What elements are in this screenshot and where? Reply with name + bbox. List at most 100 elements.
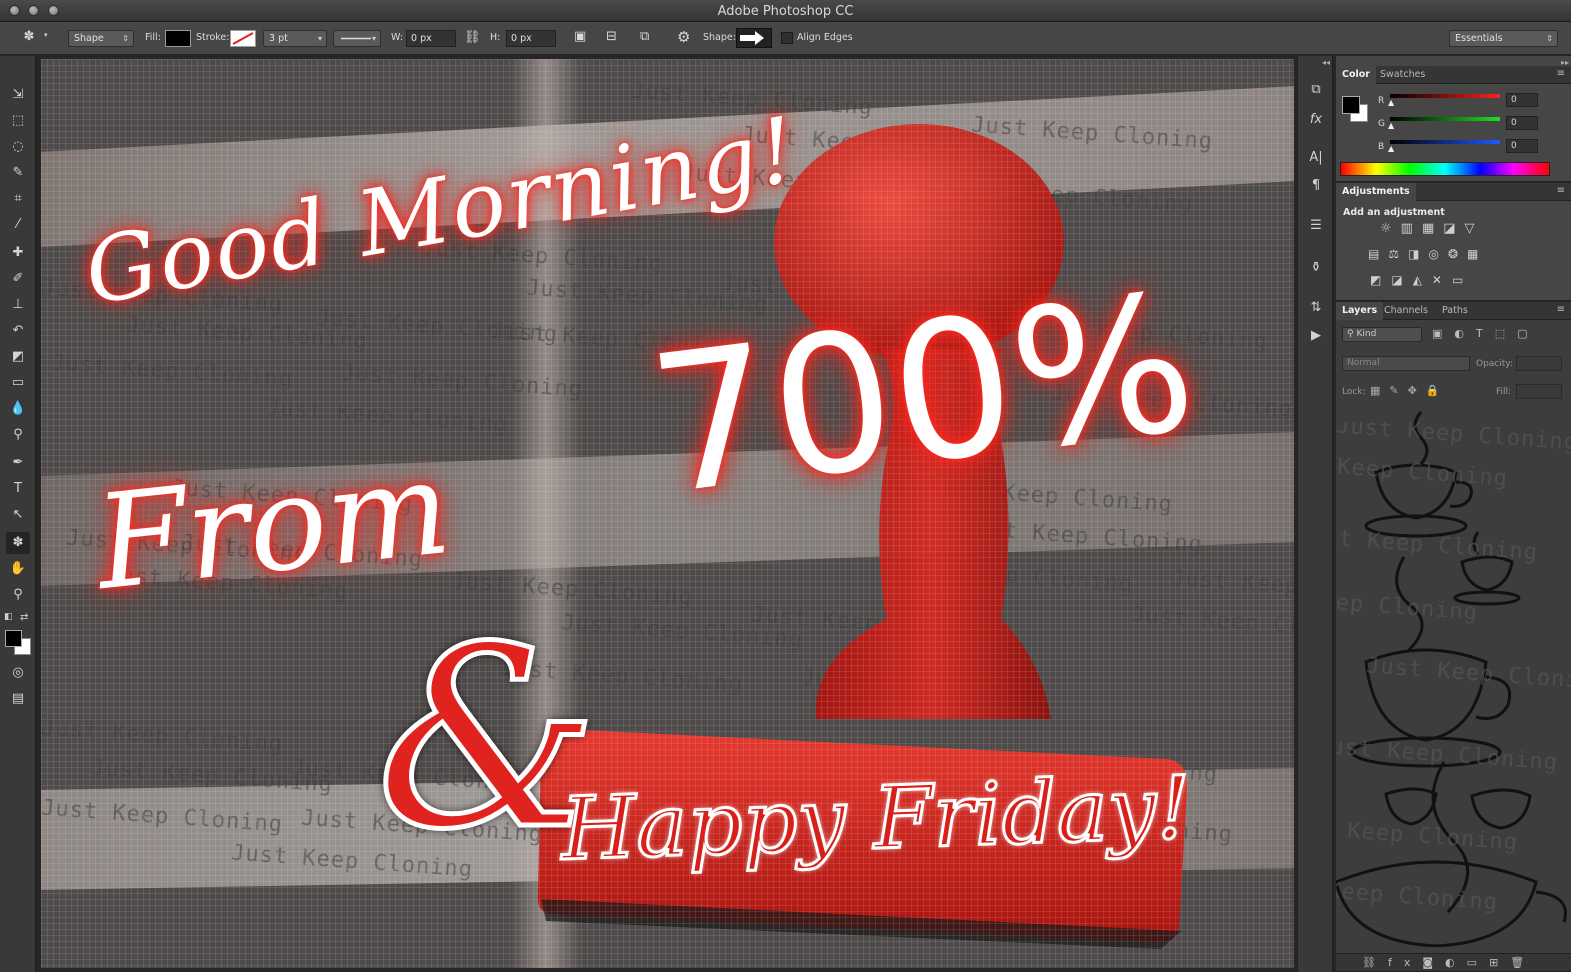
stroke-type-select[interactable]: ▾ [333, 30, 381, 47]
properties-panel-icon[interactable]: ☰ [1304, 218, 1328, 238]
threshold-icon[interactable]: ◭ [1413, 273, 1432, 287]
fill-input[interactable] [1516, 384, 1562, 399]
fill-swatch[interactable] [165, 30, 191, 47]
black-white-icon[interactable]: ◨ [1408, 247, 1428, 261]
panel-menu-icon[interactable]: ≡ [1557, 304, 1565, 315]
invert-icon[interactable]: ◩ [1370, 273, 1391, 287]
channel-b-slider[interactable] [1390, 140, 1500, 144]
stroke-swatch[interactable] [230, 30, 256, 47]
hand-tool-icon[interactable]: ✋ [6, 558, 30, 580]
photo-filter-icon[interactable]: ◎ [1428, 247, 1447, 261]
channel-g-input[interactable]: 0 [1506, 116, 1538, 130]
crop-tool-icon[interactable]: ⌗ [6, 188, 30, 210]
pixel-filter-icon[interactable]: ▣ [1432, 327, 1454, 340]
new-layer-icon[interactable]: ⊞ [1489, 956, 1510, 969]
slider-thumb-icon[interactable]: ▲ [1388, 98, 1394, 107]
channel-g-slider[interactable] [1390, 117, 1500, 121]
trash-icon[interactable]: 🗑 [1510, 956, 1536, 969]
layer-style-icon[interactable]: fx [1388, 956, 1422, 969]
path-selection-tool-icon[interactable]: ↖ [6, 504, 30, 526]
layer-filter-select[interactable]: ⚲ Kind [1342, 327, 1422, 342]
eraser-tool-icon[interactable]: ◩ [6, 346, 30, 368]
zoom-tool-icon[interactable]: ⚲ [6, 584, 30, 606]
type-filter-icon[interactable]: T [1476, 327, 1495, 340]
layer-mask-icon[interactable]: ◙ [1422, 956, 1445, 969]
type-tool-icon[interactable]: T [6, 478, 30, 500]
tab-paths[interactable]: Paths [1436, 302, 1474, 320]
blur-tool-icon[interactable]: 💧 [6, 398, 30, 420]
lock-all-icon[interactable]: 🔒 [1426, 384, 1449, 397]
workspace-select[interactable]: Essentials ⇕ [1449, 30, 1558, 47]
panel-menu-icon[interactable]: ≡ [1557, 68, 1565, 79]
history-panel-icon[interactable]: ⧉ [1304, 82, 1328, 102]
path-operations-icon[interactable]: ▣ [574, 29, 586, 44]
hue-saturation-icon[interactable]: ▤ [1368, 247, 1388, 261]
shape-picker[interactable] [736, 28, 772, 48]
panel-menu-icon[interactable]: ≡ [1557, 185, 1565, 196]
tab-color[interactable]: Color [1336, 66, 1376, 84]
blend-mode-select[interactable]: Normal [1342, 356, 1470, 371]
posterize-icon[interactable]: ◪ [1391, 273, 1412, 287]
brush-presets-panel-icon[interactable]: ⚱ [1304, 260, 1328, 280]
swap-colors-icon[interactable]: ⇄ [20, 612, 32, 623]
channel-b-input[interactable]: 0 [1506, 139, 1538, 153]
screen-mode-icon[interactable]: ▤ [6, 688, 30, 710]
color-balance-icon[interactable]: ⚖ [1388, 247, 1408, 261]
paragraph-panel-icon[interactable]: ¶ [1304, 178, 1328, 198]
quick-mask-icon[interactable]: ◎ [6, 662, 30, 684]
vibrance-icon[interactable]: ▽ [1465, 221, 1484, 236]
foreground-color-swatch[interactable] [1342, 96, 1360, 114]
pen-tool-icon[interactable]: ✒ [6, 452, 30, 474]
brightness-icon[interactable]: ☼ [1380, 221, 1401, 236]
tab-channels[interactable]: Channels [1378, 302, 1434, 320]
clone-source-panel-icon[interactable]: ⇅ [1304, 300, 1328, 320]
document-canvas[interactable]: Just Keep Cloning Just Keep Cloning Just… [41, 59, 1294, 968]
brush-tool-icon[interactable]: ✐ [6, 268, 30, 290]
selective-color-icon[interactable]: ✕ [1432, 273, 1452, 287]
levels-icon[interactable]: ▥ [1401, 221, 1422, 236]
lasso-tool-icon[interactable]: ◌ [6, 136, 30, 158]
actions-panel-icon[interactable]: ▶ [1304, 328, 1328, 348]
link-layers-icon[interactable]: ⛓ [1362, 956, 1388, 969]
eyedropper-tool-icon[interactable]: ⁄ [6, 214, 30, 236]
link-icon[interactable]: ⛓ [464, 30, 481, 45]
path-arrangement-icon[interactable]: ⧉ [640, 29, 649, 44]
tab-adjustments[interactable]: Adjustments [1336, 183, 1416, 201]
default-colors-icon[interactable]: ◧ [4, 612, 14, 622]
slider-thumb-icon[interactable]: ▲ [1388, 121, 1394, 130]
custom-shape-tool-preset-icon[interactable]: ✽ [18, 29, 40, 44]
styles-panel-icon[interactable]: fx [1304, 112, 1328, 132]
marquee-tool-icon[interactable]: ⬚ [6, 110, 30, 132]
gear-icon[interactable]: ⚙ [677, 28, 690, 46]
align-edges-checkbox[interactable] [781, 32, 793, 44]
dodge-tool-icon[interactable]: ⚲ [6, 424, 30, 446]
lock-transparency-icon[interactable]: ▦ [1370, 384, 1389, 397]
clone-stamp-tool-icon[interactable]: ⊥ [6, 294, 30, 316]
healing-brush-tool-icon[interactable]: ✚ [6, 242, 30, 264]
tool-preset-chevron-icon[interactable]: ▾ [44, 31, 48, 39]
lock-image-icon[interactable]: ✎ [1389, 384, 1407, 397]
custom-shape-tool-icon[interactable]: ✽ [6, 532, 30, 554]
color-spectrum-ramp[interactable] [1340, 162, 1550, 176]
exposure-icon[interactable]: ◪ [1443, 221, 1464, 236]
height-input[interactable]: 0 px [506, 30, 556, 47]
channel-mixer-icon[interactable]: ❂ [1448, 247, 1467, 261]
gradient-tool-icon[interactable]: ▭ [6, 372, 30, 394]
channel-r-input[interactable]: 0 [1506, 93, 1538, 107]
lock-position-icon[interactable]: ✥ [1408, 384, 1426, 397]
opacity-input[interactable] [1516, 356, 1562, 371]
history-brush-tool-icon[interactable]: ↶ [6, 320, 30, 342]
quick-selection-tool-icon[interactable]: ✎ [6, 162, 30, 184]
new-group-icon[interactable]: ▭ [1467, 956, 1489, 969]
tab-layers[interactable]: Layers [1336, 302, 1384, 320]
gradient-map-icon[interactable]: ▭ [1452, 273, 1473, 287]
slider-thumb-icon[interactable]: ▲ [1388, 144, 1394, 153]
move-tool-icon[interactable]: ⇲ [6, 84, 30, 106]
tab-swatches[interactable]: Swatches [1374, 66, 1431, 84]
color-lookup-icon[interactable]: ▦ [1467, 247, 1487, 261]
path-alignment-icon[interactable]: ⊟ [606, 29, 617, 44]
character-panel-icon[interactable]: A| [1304, 150, 1328, 170]
foreground-color-swatch[interactable] [5, 630, 22, 647]
stroke-width-select[interactable]: 3 pt ▾ [263, 30, 327, 47]
shape-filter-icon[interactable]: ⬚ [1495, 327, 1517, 340]
